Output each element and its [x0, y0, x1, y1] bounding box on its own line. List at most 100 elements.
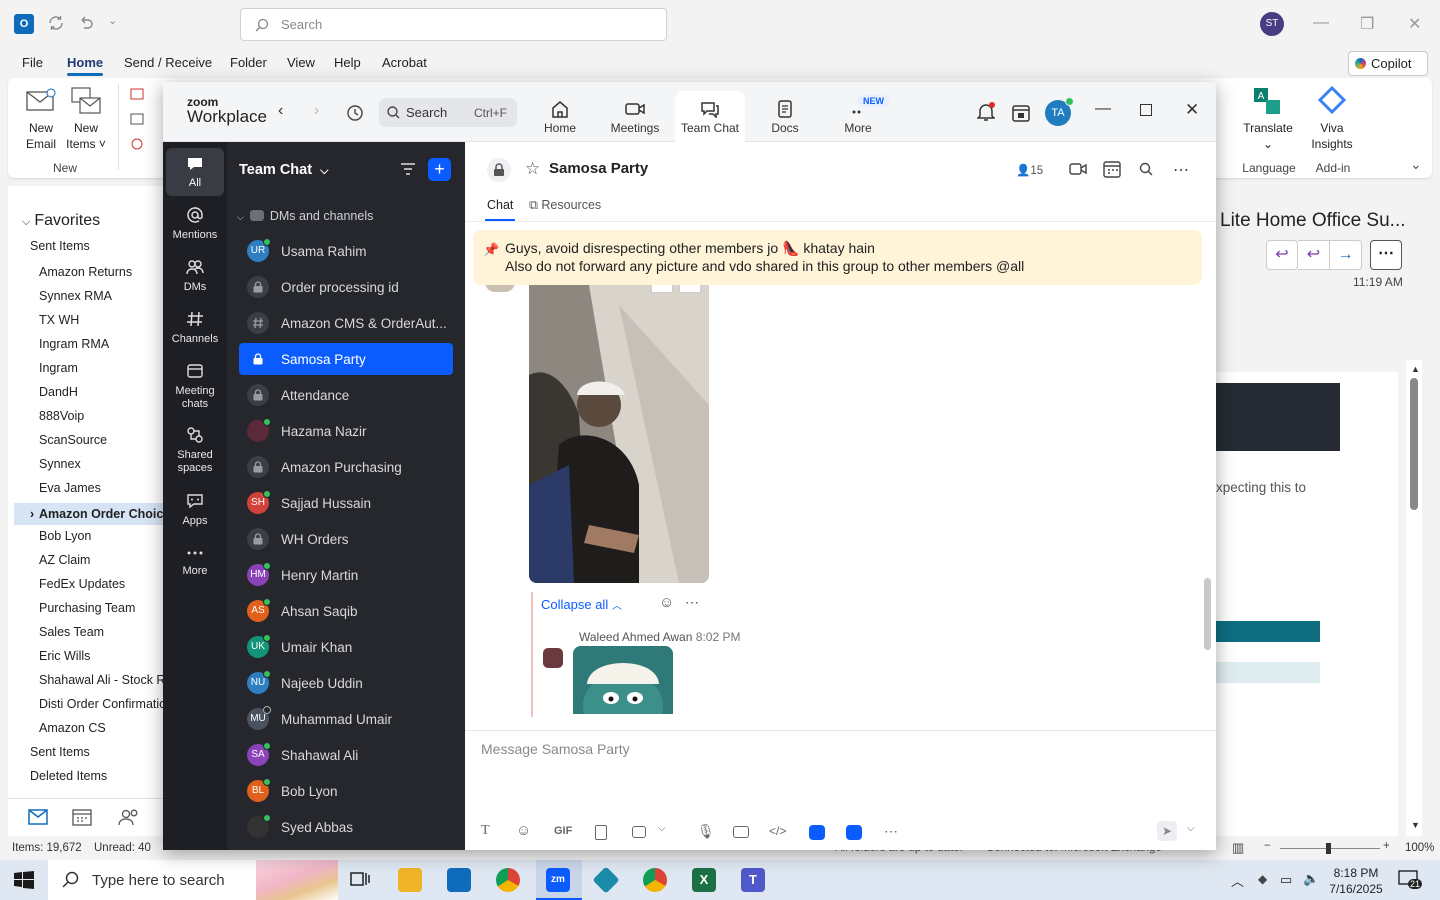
- undo-icon[interactable]: [77, 14, 97, 34]
- chrome-icon[interactable]: [496, 868, 520, 892]
- rail-mentions[interactable]: Mentions: [166, 206, 224, 250]
- subtab-resources[interactable]: ⧉ Resources: [529, 198, 601, 213]
- video-message-icon[interactable]: [733, 826, 749, 838]
- forward-icon[interactable]: →: [1330, 240, 1362, 270]
- menu-send-receive[interactable]: Send / Receive: [124, 55, 212, 70]
- app-integration-icon[interactable]: [809, 825, 825, 840]
- folder-item[interactable]: Shahawal Ali - Stock Re: [39, 673, 164, 687]
- search-icon[interactable]: [1139, 162, 1153, 176]
- dm-item[interactable]: UK Umair Khan: [239, 631, 453, 663]
- text-format-icon[interactable]: T: [481, 823, 490, 839]
- folder-item[interactable]: Sent Items: [30, 745, 155, 759]
- reply-all-icon[interactable]: ↩: [1298, 240, 1330, 270]
- close-icon[interactable]: ✕: [1408, 14, 1421, 34]
- maximize-icon[interactable]: ❐: [1360, 14, 1374, 34]
- rail-apps[interactable]: Apps: [166, 492, 224, 536]
- emoji-icon[interactable]: ☺: [516, 822, 531, 839]
- ribbon-collapse-icon[interactable]: ⌄: [1410, 156, 1422, 173]
- calendar-icon[interactable]: [72, 808, 92, 826]
- rail-shared-spaces[interactable]: Shared spaces: [166, 426, 224, 482]
- forward-icon[interactable]: ›: [314, 102, 319, 120]
- sticker-image[interactable]: [573, 646, 673, 714]
- emoji-react-icon[interactable]: ☺: [659, 594, 674, 611]
- favorites-header[interactable]: ⌵ Favorites: [22, 212, 100, 230]
- volume-icon[interactable]: 🔈: [1303, 871, 1319, 887]
- chat-photo[interactable]: [529, 285, 709, 583]
- clock[interactable]: 8:18 PM 7/16/2025: [1326, 865, 1386, 897]
- tab-home[interactable]: Home: [525, 91, 595, 141]
- back-icon[interactable]: ‹: [278, 102, 283, 120]
- dm-item[interactable]: UR Usama Rahim: [239, 235, 453, 267]
- folder-item[interactable]: Disti Order Confirmatio: [39, 697, 164, 711]
- dm-item[interactable]: NU Najeeb Uddin: [239, 667, 453, 699]
- folder-item[interactable]: Ingram RMA: [39, 337, 164, 351]
- image-action-icon[interactable]: [651, 285, 673, 293]
- menu-acrobat[interactable]: Acrobat: [382, 55, 427, 70]
- screenshot-icon[interactable]: [632, 826, 646, 838]
- folder-item[interactable]: DandH: [39, 385, 164, 399]
- channel-item[interactable]: WH Orders: [239, 523, 453, 555]
- dm-item[interactable]: Hazama Nazir: [239, 415, 453, 447]
- network-icon[interactable]: ▭: [1280, 872, 1292, 888]
- more-actions-icon[interactable]: ⋯: [1370, 240, 1402, 270]
- channel-item[interactable]: Order processing id: [239, 271, 453, 303]
- dm-item[interactable]: SH Sajjad Hussain: [239, 487, 453, 519]
- channel-item[interactable]: Samosa Party: [239, 343, 453, 375]
- viva-insights-button[interactable]: Viva Insights: [1304, 120, 1360, 152]
- folder-item[interactable]: Bob Lyon: [39, 529, 164, 543]
- folder-item[interactable]: 888Voip: [39, 409, 164, 423]
- folder-item[interactable]: ›Amazon CS: [39, 721, 164, 735]
- chrome-profile-icon[interactable]: [643, 868, 667, 892]
- channel-item[interactable]: Amazon Purchasing: [239, 451, 453, 483]
- mail-icon[interactable]: [28, 809, 48, 825]
- windows-start-icon[interactable]: [14, 871, 34, 889]
- dm-item[interactable]: AS Ahsan Saqib: [239, 595, 453, 627]
- scroll-thumb[interactable]: [1410, 378, 1418, 510]
- zoom-slider-thumb[interactable]: [1326, 843, 1331, 854]
- tab-team-chat[interactable]: Team Chat: [675, 91, 745, 143]
- microphone-icon[interactable]: 🎙: [697, 823, 715, 840]
- send-icon[interactable]: ➤: [1157, 821, 1177, 841]
- teams-icon[interactable]: T: [741, 868, 765, 892]
- more-actions-icon[interactable]: ⋯: [685, 594, 699, 611]
- filter-icon[interactable]: [400, 162, 416, 176]
- folder-item[interactable]: Synnex: [39, 457, 164, 471]
- task-view-icon[interactable]: [348, 868, 372, 892]
- quick-access-dropdown-icon[interactable]: ⌄: [108, 14, 128, 34]
- chat-title[interactable]: Samosa Party: [549, 160, 648, 177]
- collapse-all-button[interactable]: Collapse all ︿: [541, 597, 622, 612]
- code-snippet-icon[interactable]: </>: [769, 824, 786, 838]
- menu-view[interactable]: View: [287, 55, 315, 70]
- menu-home[interactable]: Home: [67, 55, 104, 76]
- send-options-icon[interactable]: ⌵: [1187, 823, 1195, 834]
- rail-dms[interactable]: DMs: [166, 258, 224, 302]
- dms-channels-section[interactable]: ⌵ DMs and channels: [237, 209, 373, 223]
- bell-icon[interactable]: [977, 102, 995, 122]
- channel-item[interactable]: Amazon CMS & OrderAut...: [239, 307, 453, 339]
- file-icon[interactable]: [595, 825, 607, 840]
- close-icon[interactable]: ✕: [1185, 100, 1199, 120]
- folder-item[interactable]: Eric Wills: [39, 649, 164, 663]
- video-call-icon[interactable]: [1069, 162, 1087, 176]
- chat-scrollbar[interactable]: [1204, 578, 1211, 650]
- image-action-icon[interactable]: [679, 285, 701, 293]
- tab-docs[interactable]: Docs: [750, 91, 820, 141]
- zoom-search-input[interactable]: Search Ctrl+F: [379, 98, 517, 127]
- app-integration-icon[interactable]: [846, 825, 862, 840]
- pinned-message[interactable]: 📌 Guys, avoid disrespecting other member…: [473, 230, 1202, 285]
- menu-help[interactable]: Help: [334, 55, 361, 70]
- rail-channels[interactable]: Channels: [166, 310, 224, 354]
- folder-item[interactable]: Sales Team: [39, 625, 164, 639]
- more-tools-icon[interactable]: ⋯: [884, 823, 898, 840]
- zoom-out-icon[interactable]: −: [1264, 840, 1271, 852]
- outlook-taskbar-icon[interactable]: [447, 868, 471, 892]
- schedule-icon[interactable]: [1103, 160, 1121, 178]
- reading-scrollbar[interactable]: ▲ ▼: [1406, 360, 1422, 836]
- rail-all[interactable]: All: [166, 148, 224, 196]
- calendar-icon[interactable]: [1012, 104, 1030, 122]
- dm-item[interactable]: SA Shahawal Ali: [239, 739, 453, 771]
- outlook-user-avatar[interactable]: ST: [1260, 12, 1284, 36]
- minimize-icon[interactable]: —: [1095, 100, 1111, 118]
- message-composer[interactable]: Message Samosa Party T ☺ GIF ⌵ 🎙 </> ⋯ ➤…: [465, 730, 1216, 850]
- rail-more[interactable]: More: [166, 546, 224, 590]
